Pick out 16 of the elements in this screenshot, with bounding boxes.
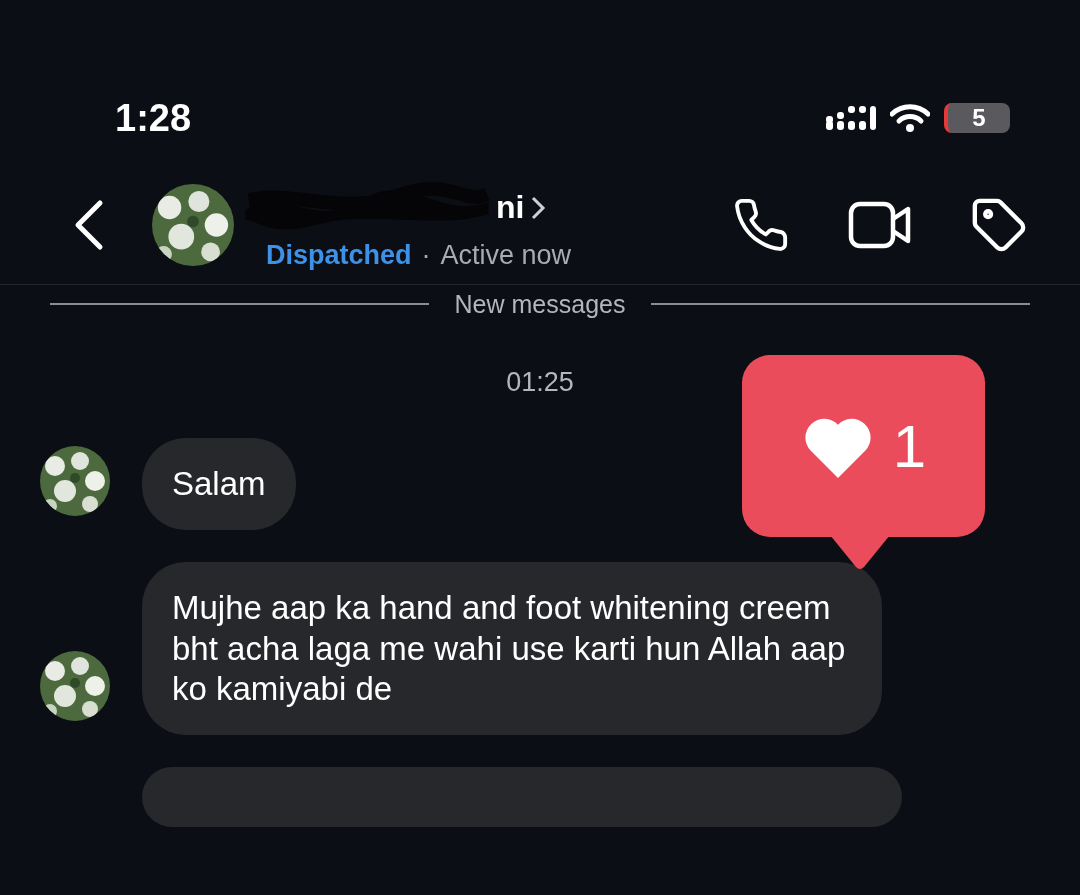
- like-count: 1: [892, 411, 927, 481]
- wifi-icon: [890, 103, 930, 133]
- message-time: 01:25: [506, 367, 574, 397]
- status-label: Dispatched: [266, 239, 412, 271]
- phone-icon[interactable]: [732, 196, 790, 254]
- message-bubble: Salam: [142, 438, 296, 531]
- battery-level: 5: [944, 103, 1010, 133]
- status-time: 1:28: [115, 96, 192, 140]
- contact-name: ni: [496, 189, 525, 226]
- signal-icon: [826, 104, 876, 132]
- new-messages-label: New messages: [454, 289, 626, 319]
- message-bubble: Mujhe aap ka hand and foot whitening creem bht acha laga me wahi use karti hun Allah aap ko kamiyabi de: [142, 562, 882, 735]
- presence-label: Active now: [440, 239, 572, 271]
- video-camera-icon[interactable]: [848, 200, 912, 250]
- separator-dot: ·: [421, 239, 431, 271]
- tag-icon[interactable]: [970, 196, 1028, 254]
